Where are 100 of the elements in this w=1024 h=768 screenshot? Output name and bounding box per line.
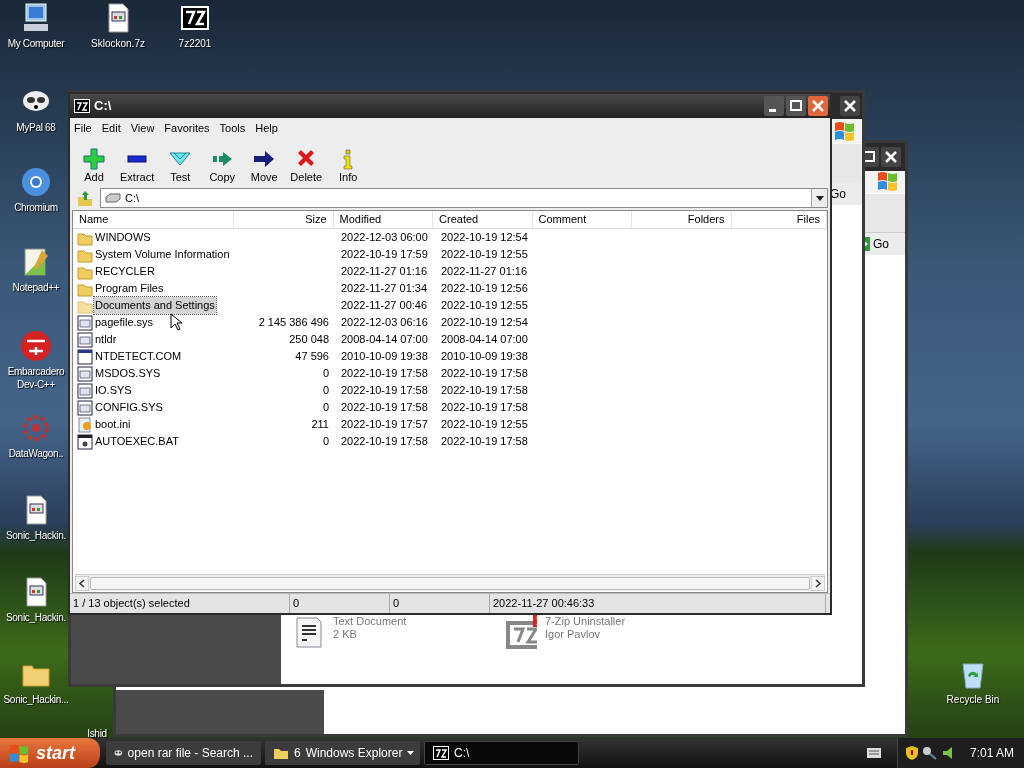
date-cell-text: 2022-10-19 17:58 bbox=[441, 366, 528, 382]
menu-item[interactable]: Tools bbox=[219, 119, 246, 137]
desktop-icon-label[interactable]: DataWagon.. bbox=[8, 447, 64, 460]
date-cell-text: 2022-10-19 12:54 bbox=[441, 315, 528, 331]
menu-item[interactable]: View bbox=[130, 119, 155, 137]
desktop-icon-label[interactable]: Notepad++ bbox=[12, 281, 60, 294]
shield-icon bbox=[905, 746, 918, 760]
file-name[interactable]: WINDOWS bbox=[94, 229, 152, 246]
file-name[interactable]: Documents and Settings bbox=[94, 297, 216, 314]
file-name[interactable]: IO.SYS bbox=[94, 382, 133, 399]
file-size: 211 bbox=[311, 417, 329, 433]
file-size: 0 bbox=[322, 366, 329, 382]
gear-icon bbox=[20, 412, 52, 444]
file-size: 250 048 bbox=[289, 332, 329, 348]
scroll-right-icon[interactable] bbox=[811, 575, 825, 591]
status-text: 1 / 13 object(s) selected bbox=[73, 596, 190, 612]
maximize-button[interactable] bbox=[786, 96, 806, 116]
caret-icon[interactable] bbox=[407, 751, 414, 755]
archive-app-icon bbox=[74, 99, 90, 113]
date-cell-text: 2022-11-27 01:34 bbox=[341, 281, 428, 297]
file-name[interactable]: System Volume Information bbox=[94, 246, 231, 263]
horizontal-scrollbar[interactable] bbox=[75, 574, 825, 591]
date-cell-text: 2008-04-14 07:00 bbox=[341, 332, 428, 348]
file-name[interactable]: NTDETECT.COM bbox=[94, 348, 183, 365]
dropdown-caret-icon[interactable] bbox=[815, 195, 824, 201]
taskbar-button[interactable]: 6 Windows Explorer bbox=[265, 741, 420, 765]
toolbar-button[interactable]: Move bbox=[244, 148, 285, 184]
menu-item[interactable]: Edit bbox=[101, 119, 121, 137]
file-size: 47 596 bbox=[295, 349, 329, 365]
taskbar-button[interactable]: C:\ bbox=[424, 741, 579, 765]
date-cell-text: 2022-10-19 17:58 bbox=[441, 400, 528, 416]
column-header[interactable]: Comment bbox=[532, 211, 633, 228]
desktop-icon-label[interactable]: Sonic_Hackin. bbox=[6, 611, 66, 624]
status-text: 0 bbox=[293, 596, 300, 612]
desktop-icon-label[interactable]: Sonic_Hackin. bbox=[6, 529, 66, 542]
archive-app-icon bbox=[433, 746, 449, 760]
desktop-icon-label[interactable]: My Computer bbox=[7, 37, 65, 50]
close-button[interactable] bbox=[808, 96, 828, 116]
desktop-icon-label[interactable]: Ishid bbox=[87, 727, 107, 740]
date-cell-text: 2022-10-19 17:58 bbox=[341, 383, 428, 399]
column-header[interactable]: Files bbox=[731, 211, 828, 228]
desktop-icon-label[interactable]: Embarcadero Dev-C++ bbox=[3, 365, 69, 391]
clock: 7:01 AM bbox=[969, 745, 1014, 762]
column-header[interactable]: Size bbox=[234, 211, 334, 228]
menu-item[interactable]: Favorites bbox=[164, 119, 210, 137]
toolbar-button[interactable]: Info bbox=[328, 148, 369, 184]
windows-logo-icon bbox=[876, 169, 899, 192]
plus-icon bbox=[83, 148, 105, 170]
column-header[interactable]: Name bbox=[73, 211, 235, 228]
file-name[interactable]: Program Files bbox=[94, 280, 165, 297]
taskbar-button[interactable]: open rar file - Search ... bbox=[106, 741, 261, 765]
date-cell-text: 2022-10-19 12:54 bbox=[441, 230, 528, 246]
file-icon bbox=[77, 331, 93, 348]
desktop-icon-label[interactable]: Sonic_Hackin... bbox=[3, 693, 69, 706]
minimize-button[interactable] bbox=[764, 96, 784, 116]
file-name[interactable]: pagefile.sys bbox=[94, 314, 155, 331]
toolbar-button[interactable]: Extract bbox=[116, 148, 159, 184]
file-icon bbox=[77, 314, 93, 331]
item-detail: Igor Pavlov bbox=[545, 628, 602, 641]
scroll-left-icon[interactable] bbox=[75, 575, 89, 591]
start-button[interactable]: start bbox=[0, 738, 100, 768]
toolbar-button[interactable]: Test bbox=[160, 148, 201, 184]
column-header[interactable]: Created bbox=[433, 211, 533, 228]
desktop-icon-label[interactable]: MyPal 68 bbox=[16, 121, 56, 134]
file-size: 0 bbox=[322, 400, 329, 416]
item-name[interactable]: 7-Zip Uninstaller bbox=[545, 615, 626, 628]
date-cell-text: 2022-10-19 17:58 bbox=[341, 434, 428, 450]
date-cell-text: 2022-10-19 17:57 bbox=[341, 417, 428, 433]
desktop-icon-label[interactable]: Chromium bbox=[14, 201, 58, 214]
close-icon bbox=[881, 147, 901, 167]
file-name[interactable]: AUTOEXEC.BAT bbox=[94, 433, 180, 450]
column-header[interactable]: Modified bbox=[333, 211, 434, 228]
address-field[interactable]: C:\ bbox=[100, 188, 828, 208]
windows-logo-icon bbox=[8, 742, 30, 764]
menu-item[interactable]: Help bbox=[255, 119, 278, 137]
toolbar-button[interactable]: Add bbox=[74, 148, 114, 184]
item-name[interactable]: Text Document bbox=[333, 615, 407, 628]
desktop-icon-label[interactable]: Recycle Bin bbox=[946, 693, 1000, 706]
date-cell-text: 2022-10-19 17:58 bbox=[341, 400, 428, 416]
file-name[interactable]: CONFIG.SYS bbox=[94, 399, 164, 416]
file-name[interactable]: boot.ini bbox=[94, 416, 132, 433]
date-cell-text: 2010-10-09 19:38 bbox=[341, 349, 428, 365]
uninstaller-icon bbox=[505, 615, 537, 651]
menu-item[interactable]: File bbox=[74, 119, 92, 137]
file-name[interactable]: RECYCLER bbox=[94, 263, 156, 280]
toolbar-button[interactable]: Copy bbox=[202, 148, 243, 184]
desktop-icon-label[interactable]: Sklockon.7z bbox=[91, 37, 145, 50]
date-cell-text: 2022-12-03 06:16 bbox=[341, 315, 428, 331]
file-name[interactable]: MSDOS.SYS bbox=[94, 365, 162, 382]
browser-icon bbox=[20, 166, 52, 198]
toolbar-button[interactable]: Delete bbox=[286, 148, 327, 184]
date-cell-text: 2022-10-19 17:58 bbox=[341, 366, 428, 382]
desktop-icon-label[interactable]: 7z2201 bbox=[178, 37, 212, 50]
column-header[interactable]: Folders bbox=[632, 211, 732, 228]
file-name[interactable]: ntldr bbox=[94, 331, 118, 348]
close-icon bbox=[840, 96, 860, 116]
file-icon bbox=[77, 365, 93, 382]
date-cell-text: 2022-10-19 12:55 bbox=[441, 298, 528, 314]
scrollbar-thumb[interactable] bbox=[90, 576, 810, 590]
file-size: 0 bbox=[322, 383, 329, 399]
